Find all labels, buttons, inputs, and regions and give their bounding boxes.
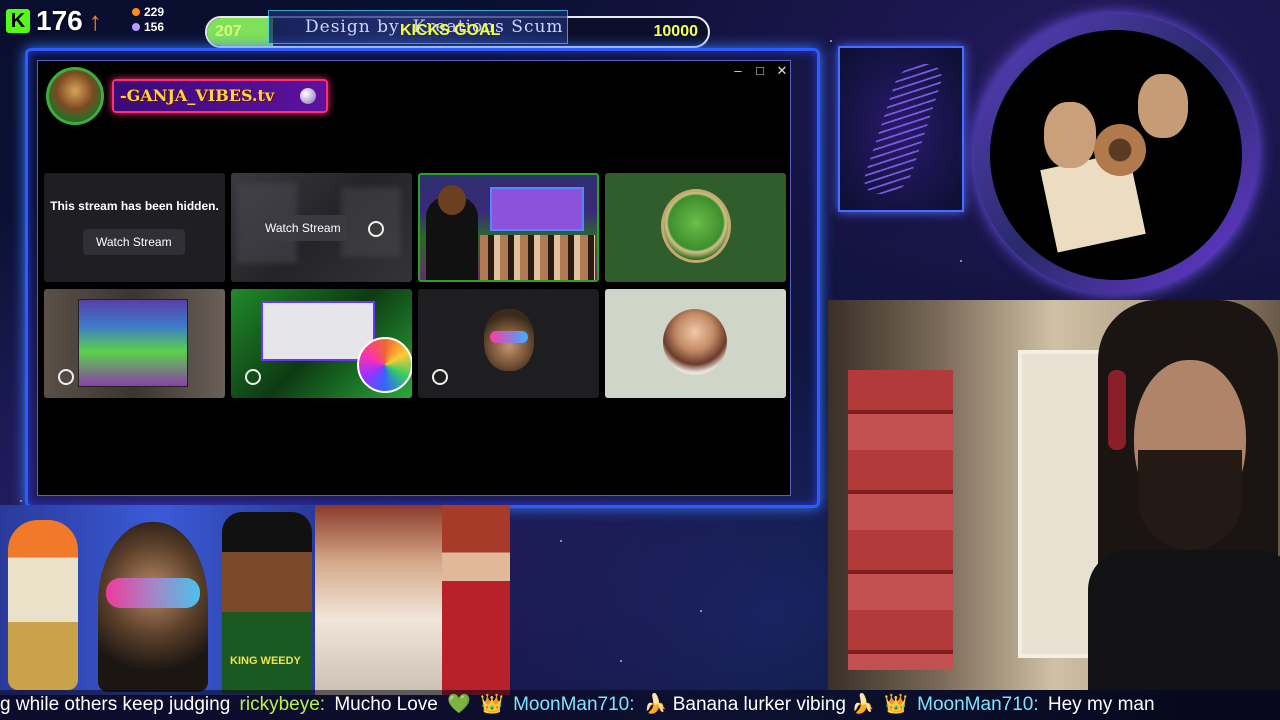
mini-stats: 229 156	[132, 5, 164, 35]
streamer-webcam	[828, 300, 1280, 690]
ticker-message: 🍌 Banana lurker vibing 🍌	[643, 694, 875, 715]
duck-character	[8, 520, 78, 690]
ticker-message: g while others keep judging	[0, 694, 231, 715]
donut-icon	[1094, 124, 1146, 176]
girl-photo	[315, 505, 442, 695]
flame-icon	[132, 8, 140, 16]
up-arrow-icon: ↑	[88, 6, 102, 36]
titlebar: – □ ✕	[38, 61, 790, 81]
ticker-username: MoonMan710:	[513, 694, 635, 715]
stream-tile-hidden: This stream has been hidden. Watch Strea…	[44, 173, 225, 282]
ticker-message: Hey my man	[1047, 694, 1155, 715]
stream-tile-live[interactable]	[418, 173, 599, 282]
goggles-icon	[490, 331, 528, 343]
prize-wheel	[357, 337, 412, 393]
watch-stream-button[interactable]: Watch Stream	[259, 215, 347, 241]
crown-icon: 👑	[480, 694, 504, 715]
channel-avatar[interactable]	[46, 67, 104, 125]
stream-tile-wheel[interactable]	[231, 289, 412, 398]
channel-banner[interactable]: -GANJA_VIBES.tv	[112, 79, 328, 113]
streamer	[1088, 300, 1280, 690]
kick-logo-icon: K	[6, 9, 30, 33]
channel-badge-icon	[300, 88, 316, 104]
goggles-icon	[106, 578, 200, 608]
stat-a: 229	[144, 5, 165, 19]
ticker-message: Mucho Love	[334, 694, 438, 715]
chat-ticker: g while others keep judging rickybeye: M…	[0, 690, 1280, 720]
box-stack	[848, 370, 953, 670]
hidden-message: This stream has been hidden.	[50, 199, 219, 213]
samurai-character	[442, 505, 510, 695]
stream-tile-monkey-avatar[interactable]	[418, 289, 599, 398]
ticker-username: MoonMan710:	[917, 694, 1039, 715]
kick-follower-count: K 176 ↑	[6, 4, 102, 38]
users-icon	[132, 23, 140, 31]
goal-label: KICKS GOAL	[400, 22, 501, 39]
goal-target: 10000	[653, 23, 699, 40]
close-button[interactable]: ✕	[772, 63, 792, 79]
kick-count-value: 176	[36, 5, 83, 36]
ticker-username: rickybeye:	[239, 694, 326, 715]
rapper-caption: KING WEEDY	[230, 655, 301, 667]
mute-icon[interactable]	[432, 369, 448, 385]
mute-icon[interactable]	[58, 369, 74, 385]
channel-name: -GANJA_VIBES.tv	[120, 86, 275, 105]
stat-b: 156	[144, 20, 165, 34]
dna-helix-icon	[858, 64, 948, 194]
stream-tile-pepe-avatar[interactable]	[605, 173, 786, 282]
goal-current: 207	[215, 23, 242, 40]
heart-icon: 💚	[447, 694, 471, 715]
minimize-button[interactable]: –	[728, 63, 748, 78]
pepe-avatar	[661, 189, 731, 263]
sticker-face	[1044, 102, 1096, 168]
mute-icon[interactable]	[245, 369, 261, 385]
watch-stream-button[interactable]: Watch Stream	[83, 229, 185, 255]
stream-tile-woman-avatar[interactable]	[605, 289, 786, 398]
stream-tile-blurred[interactable]: Watch Stream	[231, 173, 412, 282]
maximize-button[interactable]: □	[750, 63, 770, 78]
woman-avatar	[663, 309, 727, 375]
refresh-icon[interactable]	[368, 221, 384, 237]
crown-icon: 👑	[884, 694, 908, 715]
dna-panel	[838, 46, 964, 212]
stream-tile-cam[interactable]	[44, 289, 225, 398]
headset-icon	[1108, 370, 1126, 450]
sticker-face	[1138, 74, 1188, 138]
multistream-window: – □ ✕ -GANJA_VIBES.tv This stream has be…	[37, 60, 791, 496]
